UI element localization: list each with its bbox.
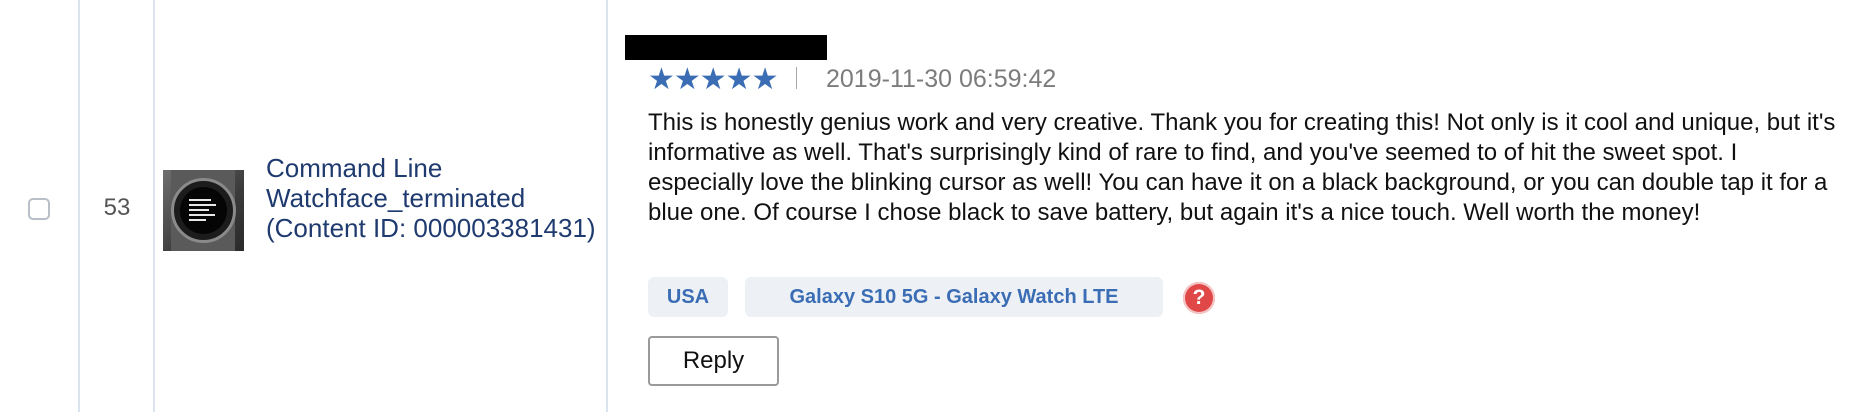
column-divider	[606, 0, 608, 412]
row-select-checkbox[interactable]	[28, 198, 50, 220]
code-line	[189, 204, 216, 206]
row-number: 53	[103, 194, 131, 221]
redacted-reviewer-name	[625, 35, 827, 60]
code-line	[189, 209, 209, 211]
reply-button[interactable]: Reply	[648, 336, 779, 386]
review-row: 53 Command Line Watchface_terminated (Co…	[0, 0, 1876, 412]
device-tag: Galaxy S10 5G - Galaxy Watch LTE	[745, 277, 1163, 317]
code-line	[189, 214, 215, 216]
product-thumbnail[interactable]	[163, 170, 244, 251]
country-tag: USA	[648, 277, 728, 317]
product-name-link[interactable]: Command Line Watchface_terminated (Conte…	[266, 153, 596, 243]
rating-stars: ★★★★★	[648, 63, 778, 96]
question-mark-icon[interactable]: ?	[1183, 282, 1215, 314]
code-line	[189, 219, 206, 221]
review-date: 2019-11-30 06:59:42	[826, 65, 1057, 93]
meta-separator	[796, 67, 797, 89]
code-line	[189, 199, 211, 201]
review-text: This is honestly genius work and very cr…	[648, 109, 1836, 226]
